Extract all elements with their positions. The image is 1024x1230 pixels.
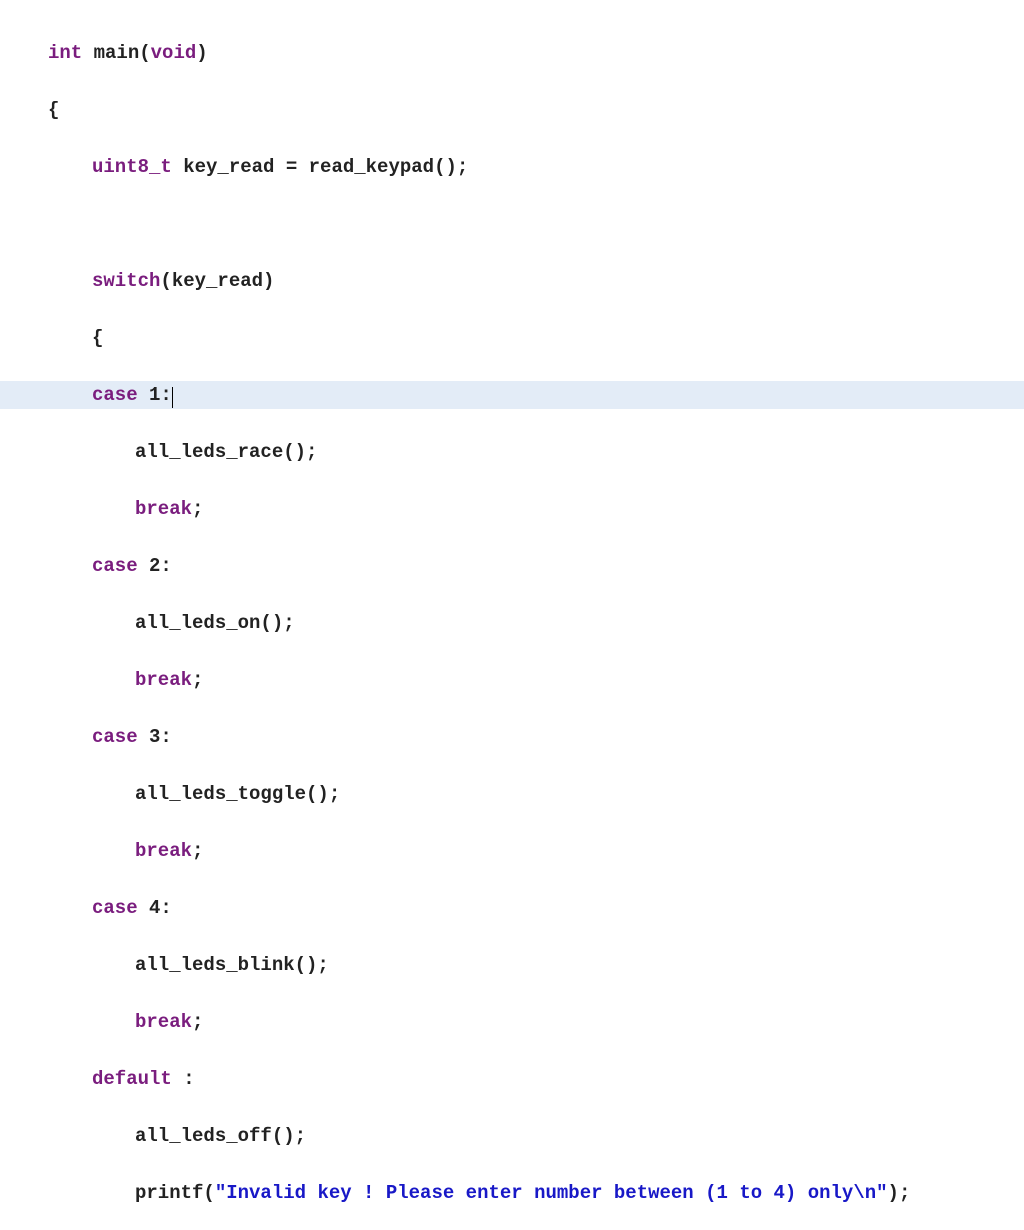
case-value: 3: — [138, 726, 172, 748]
code-line-20: all_leds_off(); — [0, 1122, 1024, 1151]
func-printf: printf( — [135, 1182, 215, 1204]
semicolon: ; — [192, 1011, 203, 1033]
func-call: all_leds_blink(); — [135, 954, 329, 976]
code-line-7-highlighted: case 1: — [0, 381, 1024, 410]
code-line-17: all_leds_blink(); — [0, 951, 1024, 980]
keyword-break: break — [135, 669, 192, 691]
code-line-4 — [0, 210, 1024, 239]
var-decl: key_read = read_keypad(); — [172, 156, 468, 178]
type-uint8: uint8_t — [92, 156, 172, 178]
code-line-16: case 4: — [0, 894, 1024, 923]
code-line-15: break; — [0, 837, 1024, 866]
func-call: all_leds_race(); — [135, 441, 317, 463]
func-call: all_leds_toggle(); — [135, 783, 340, 805]
colon: : — [172, 1068, 195, 1090]
code-line-2: { — [0, 96, 1024, 125]
code-line-9: break; — [0, 495, 1024, 524]
switch-expr: (key_read) — [160, 270, 274, 292]
string-literal: "Invalid key ! Please enter number betwe… — [215, 1182, 888, 1204]
brace-open: { — [48, 99, 59, 121]
code-line-11: all_leds_on(); — [0, 609, 1024, 638]
keyword-void: void — [151, 42, 197, 64]
code-line-12: break; — [0, 666, 1024, 695]
text-cursor — [172, 387, 173, 408]
call-end: ); — [888, 1182, 911, 1204]
keyword-switch: switch — [92, 270, 160, 292]
code-line-13: case 3: — [0, 723, 1024, 752]
case-value: 2: — [138, 555, 172, 577]
case-value: 1: — [138, 384, 172, 406]
keyword-case: case — [92, 384, 138, 406]
code-line-1: int main(void) — [0, 39, 1024, 68]
semicolon: ; — [192, 669, 203, 691]
keyword-break: break — [135, 1011, 192, 1033]
paren-close: ) — [196, 42, 207, 64]
code-line-5: switch(key_read) — [0, 267, 1024, 296]
code-line-8: all_leds_race(); — [0, 438, 1024, 467]
code-line-10: case 2: — [0, 552, 1024, 581]
keyword-break: break — [135, 840, 192, 862]
keyword-break: break — [135, 498, 192, 520]
keyword-default: default — [92, 1068, 172, 1090]
keyword-case: case — [92, 726, 138, 748]
func-main: main( — [82, 42, 150, 64]
code-line-14: all_leds_toggle(); — [0, 780, 1024, 809]
keyword-int: int — [48, 42, 82, 64]
code-line-6: { — [0, 324, 1024, 353]
keyword-case: case — [92, 555, 138, 577]
semicolon: ; — [192, 840, 203, 862]
code-editor[interactable]: int main(void) { uint8_t key_read = read… — [0, 10, 1024, 1230]
code-line-3: uint8_t key_read = read_keypad(); — [0, 153, 1024, 182]
case-value: 4: — [138, 897, 172, 919]
code-line-21: printf("Invalid key ! Please enter numbe… — [0, 1179, 1024, 1208]
brace-open: { — [92, 327, 103, 349]
func-call: all_leds_off(); — [135, 1125, 306, 1147]
semicolon: ; — [192, 498, 203, 520]
code-line-19: default : — [0, 1065, 1024, 1094]
code-line-18: break; — [0, 1008, 1024, 1037]
keyword-case: case — [92, 897, 138, 919]
